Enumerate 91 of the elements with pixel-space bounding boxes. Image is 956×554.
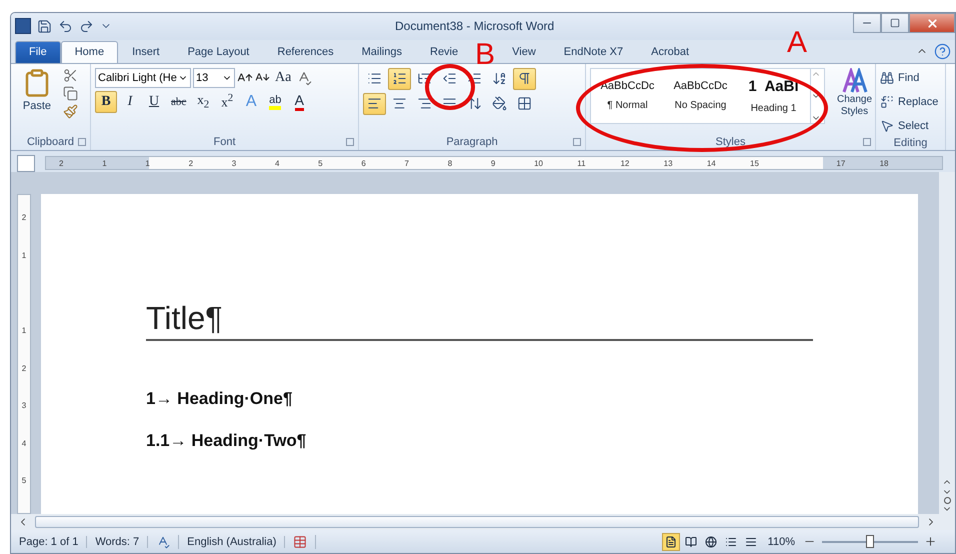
borders-icon[interactable] — [517, 96, 532, 112]
horizontal-scrollbar[interactable] — [35, 516, 919, 528]
page-count[interactable]: Page: 1 of 1 — [11, 536, 88, 548]
toolbar-button[interactable] — [363, 92, 386, 115]
increase-indent-icon[interactable] — [467, 71, 482, 86]
draft-icon — [744, 536, 757, 548]
ribbon-tab[interactable]: EndNote X7 — [550, 40, 638, 63]
annotation-label: A — [787, 28, 808, 58]
pointer-icon[interactable] — [880, 119, 894, 134]
vertical-ruler: 2 1 1 2 3 4 5 — [17, 194, 31, 514]
editing-button[interactable]: Select — [880, 116, 938, 137]
ribbon-tab[interactable]: View — [498, 40, 550, 63]
font-name-field[interactable]: Calibri Light (He — [95, 68, 191, 88]
format-button[interactable]: abc — [167, 90, 190, 113]
font-size-field[interactable]: 13 — [193, 68, 235, 88]
ribbon-tab[interactable]: Acrobat — [637, 40, 704, 63]
align-right-icon[interactable] — [417, 96, 432, 112]
word-logo-icon — [15, 18, 31, 34]
maximize-button[interactable] — [881, 13, 909, 33]
group-label: Editing — [894, 137, 928, 150]
maximize-icon — [890, 18, 900, 28]
format-button[interactable]: x$_{2}$ — [192, 90, 214, 113]
stacked-letter-icon — [842, 68, 868, 94]
annotation-label: B — [475, 40, 496, 70]
format-button[interactable]: x$^{2}$ — [216, 90, 238, 113]
word-count[interactable]: Words: 7 — [87, 536, 148, 548]
document-title: Title¶ — [146, 300, 813, 342]
format-button[interactable]: B — [95, 90, 117, 113]
multilevel-list-icon[interactable] — [417, 71, 432, 86]
group-label: Styles — [716, 136, 746, 148]
book-icon — [684, 536, 697, 548]
ribbon-tab[interactable]: Mailings — [348, 40, 416, 63]
globe-icon — [704, 536, 717, 548]
ribbon-tab[interactable]: Insert — [118, 40, 174, 63]
view-button[interactable] — [662, 532, 680, 551]
toolbar-button[interactable] — [513, 68, 536, 90]
zoom-in-icon[interactable] — [924, 535, 937, 548]
document-heading: 1→ Heading·One¶ — [146, 389, 292, 410]
format-button[interactable]: I — [119, 90, 141, 113]
numbered-list-icon[interactable] — [392, 71, 407, 86]
style-item[interactable]: 1 AaBl Heading 1 — [737, 68, 810, 123]
bullet-list-icon[interactable] — [367, 71, 382, 86]
group-label: Clipboard — [26, 136, 74, 148]
align-left-icon[interactable] — [367, 96, 382, 112]
annotation-circle — [425, 64, 475, 110]
replace-icon[interactable] — [880, 95, 894, 110]
editing-button[interactable]: Replace — [880, 92, 938, 113]
zoom-thumb[interactable] — [866, 534, 874, 548]
paint-bucket-icon[interactable] — [492, 96, 507, 112]
format-button[interactable]: ab — [264, 90, 286, 113]
print-layout-icon — [664, 536, 677, 548]
close-icon — [926, 16, 938, 30]
style-item[interactable]: AaBbCcDc No Spacing — [664, 68, 737, 123]
format-painter-icon[interactable] — [63, 104, 78, 119]
change-styles-button[interactable]: Change Styles — [837, 68, 872, 134]
format-button[interactable]: U — [143, 90, 165, 113]
macro-icon[interactable] — [293, 534, 308, 549]
save-icon[interactable] — [37, 18, 52, 34]
horizontal-ruler[interactable]: 2 1 1 2 3 4 5 6 7 8 9 10 11 12 13 14 15 17 18 — [45, 156, 943, 170]
change-case-button[interactable]: Aa — [272, 70, 294, 86]
cut-icon[interactable] — [63, 68, 78, 83]
group-label: Paragraph — [446, 136, 498, 148]
zoom-level[interactable]: 110% — [768, 536, 795, 548]
binoculars-icon[interactable] — [880, 71, 894, 86]
ribbon-tab[interactable]: Revie — [416, 40, 472, 63]
browse-object-icon[interactable] — [944, 497, 950, 504]
undo-icon[interactable] — [58, 18, 73, 34]
copy-icon[interactable] — [63, 86, 78, 101]
help-icon[interactable] — [934, 42, 951, 60]
tab-selector[interactable] — [17, 154, 35, 172]
document-heading: 1.1→ Heading·Two¶ — [146, 431, 306, 452]
ribbon-tab[interactable]: References — [263, 40, 348, 63]
group-label: Font — [213, 136, 236, 148]
format-button[interactable]: A — [288, 90, 310, 113]
ribbon-tab[interactable]: Page Layout — [174, 40, 264, 63]
close-button[interactable] — [909, 13, 955, 33]
editing-button[interactable]: Find — [880, 68, 938, 89]
vertical-scrollbar[interactable] — [939, 172, 955, 514]
ribbon-tab[interactable]: File — [15, 40, 61, 63]
redo-icon[interactable] — [79, 18, 94, 34]
window-title: Document38 - Microsoft Word — [395, 19, 556, 34]
proofing-icon[interactable] — [156, 534, 170, 549]
paste-button[interactable]: Paste — [15, 68, 59, 134]
language-status[interactable]: English (Australia) — [179, 536, 286, 548]
align-center-icon[interactable] — [392, 96, 407, 112]
toolbar-button[interactable] — [388, 68, 411, 90]
decrease-indent-icon[interactable] — [442, 71, 457, 86]
sort-icon[interactable] — [492, 71, 507, 86]
ribbon-tab[interactable]: Home — [60, 40, 118, 63]
pilcrow-icon[interactable] — [517, 71, 532, 86]
style-item[interactable]: AaBbCcDc ¶ Normal — [591, 68, 664, 123]
